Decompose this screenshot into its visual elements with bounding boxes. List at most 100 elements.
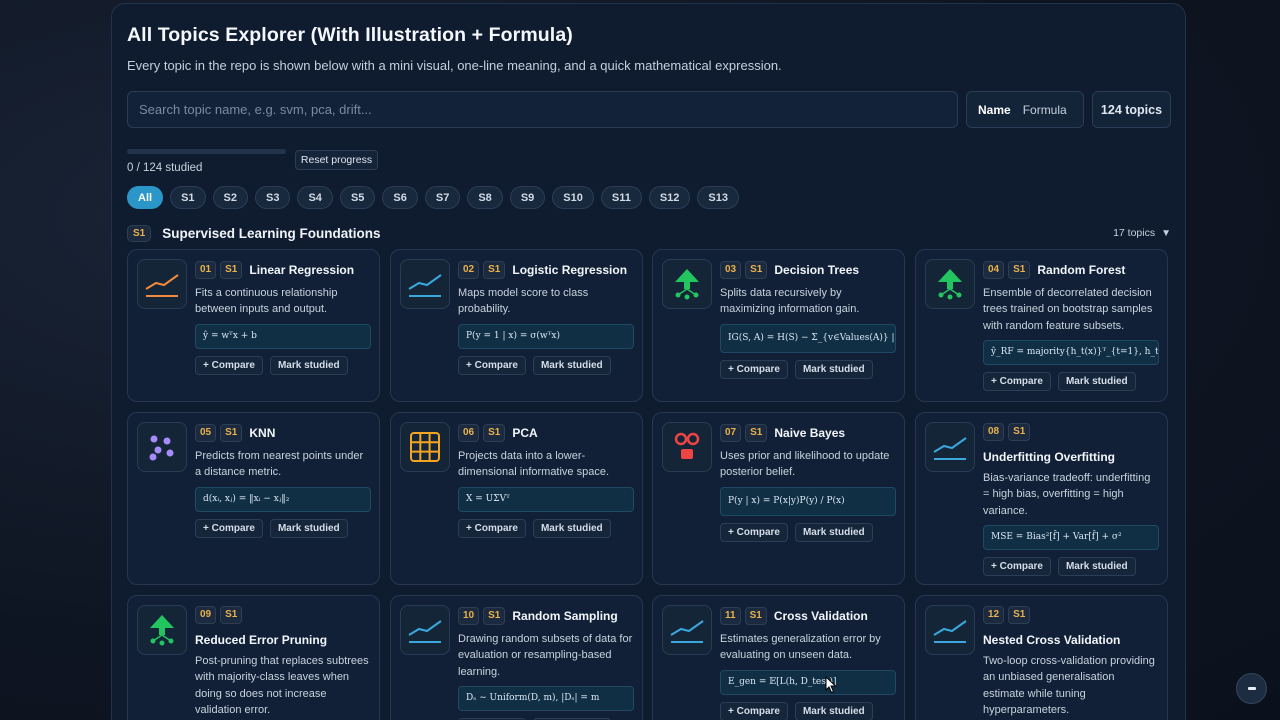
- filter-chip-s6[interactable]: S6: [382, 186, 418, 209]
- topic-number-badge: 03: [720, 260, 742, 279]
- topic-description: Drawing random subsets of data for evalu…: [458, 633, 633, 678]
- mark-studied-button[interactable]: Mark studied: [794, 359, 873, 379]
- topic-card-09: 09 S1 Reduced Error Pruning Post-pruning…: [127, 595, 380, 720]
- topic-formula: MSE = Bias²[f̂] + Var[f̂] + σ²: [983, 524, 1159, 550]
- topic-formula: X = UΣVᵀ: [458, 486, 634, 512]
- filter-chip-all[interactable]: All: [127, 186, 164, 209]
- filter-chip-s13[interactable]: S13: [697, 186, 739, 209]
- filter-chip-s3[interactable]: S3: [255, 186, 291, 209]
- topic-card-01: 01 S1 Linear Regression Fits a continuou…: [127, 249, 380, 402]
- topic-description: Splits data recursively by maximizing in…: [720, 287, 860, 316]
- line-chart-orange-icon: [137, 259, 187, 309]
- topic-description: Fits a continuous relationship between i…: [195, 287, 338, 316]
- filter-chip-s9[interactable]: S9: [509, 186, 546, 209]
- filter-chip-s5[interactable]: S5: [339, 186, 376, 209]
- line-chart-blue-icon: [400, 259, 450, 309]
- topic-title: Underfitting Overfitting: [983, 450, 1115, 464]
- topic-card-02: 02 S1 Logistic Regression Maps model sco…: [390, 249, 643, 402]
- minus-icon: [1247, 687, 1256, 690]
- topic-card-07: 07 S1 Naive Bayes Uses prior and likelih…: [652, 412, 905, 585]
- mark-studied-button[interactable]: Mark studied: [532, 355, 611, 375]
- topic-formula: P(y = 1 | x) = σ(wᵀx): [458, 323, 634, 349]
- section-topic-count: 17 topics: [1113, 227, 1156, 239]
- compare-button[interactable]: + Compare: [195, 518, 263, 538]
- filter-chip-s11[interactable]: S11: [600, 186, 642, 209]
- compare-button[interactable]: + Compare: [195, 355, 263, 375]
- topic-description: Projects data into a lower-dimensional i…: [458, 450, 610, 479]
- filter-chip-s7[interactable]: S7: [424, 186, 461, 209]
- reset-progress-button[interactable]: Reset progress: [295, 150, 378, 170]
- mark-studied-button[interactable]: Mark studied: [1057, 371, 1136, 391]
- line-chart-blue-icon: [925, 605, 975, 655]
- topic-stage-badge: S1: [1008, 606, 1031, 624]
- topic-title: PCA: [512, 425, 538, 440]
- filter-chip-s10[interactable]: S10: [552, 186, 594, 209]
- compare-button[interactable]: + Compare: [720, 359, 788, 379]
- topic-number-badge: 09: [195, 606, 217, 624]
- topic-number-badge: 02: [458, 260, 480, 279]
- line-chart-blue-icon: [662, 605, 712, 655]
- topic-number-badge: 07: [720, 423, 742, 442]
- topic-number-badge: 01: [195, 260, 217, 279]
- mark-studied-button[interactable]: Mark studied: [269, 518, 348, 538]
- topic-stage-badge: S1: [483, 260, 506, 279]
- mark-studied-button[interactable]: Mark studied: [269, 355, 348, 375]
- topic-stage-badge: S1: [1008, 260, 1031, 279]
- topic-formula: E_gen = 𝔼[L(h, D_test)]: [720, 669, 896, 695]
- stage-filter-chips: All S1 S2 S3 S4 S5 S6 S7 S8 S9 S10 S11 S…: [127, 186, 739, 209]
- tree-icon: [925, 259, 975, 309]
- compare-button[interactable]: + Compare: [458, 355, 526, 375]
- topic-formula: P(y | x) = P(x|y)P(y) / P(x): [720, 486, 896, 516]
- topic-card-06: 06 S1 PCA Projects data into a lower-dim…: [390, 412, 643, 585]
- topic-card-08: 08 S1 Underfitting Overfitting Bias-vari…: [915, 412, 1168, 585]
- compare-button[interactable]: + Compare: [458, 518, 526, 538]
- mark-studied-button[interactable]: Mark studied: [794, 701, 873, 720]
- bayes-icon: [662, 422, 712, 472]
- topic-card-05: 05 S1 KNN Predicts from nearest points u…: [127, 412, 380, 585]
- mark-studied-button[interactable]: Mark studied: [1057, 556, 1136, 576]
- topic-formula: ŷ_RF = majority{h_t(x)}ᵀ_{t=1}, h_t ← Bo…: [983, 339, 1159, 365]
- collapse-caret-icon[interactable]: ▼: [1161, 228, 1171, 239]
- topic-title: Random Forest: [1037, 262, 1126, 277]
- compare-button[interactable]: + Compare: [983, 371, 1051, 391]
- study-progress-bar: [127, 149, 286, 154]
- filter-chip-s1[interactable]: S1: [170, 186, 206, 209]
- section-header[interactable]: S1 Supervised Learning Foundations 17 to…: [127, 222, 1171, 244]
- search-input[interactable]: [127, 91, 958, 128]
- tree-icon: [662, 259, 712, 309]
- studied-count: 0 / 124 studied: [127, 162, 203, 174]
- line-chart-blue-icon: [400, 605, 450, 655]
- topic-description: Post-pruning that replaces subtrees with…: [195, 655, 369, 716]
- topic-title: KNN: [249, 425, 276, 440]
- topic-stage-badge: S1: [745, 423, 768, 442]
- filter-chip-s4[interactable]: S4: [297, 186, 333, 209]
- section-stage-badge: S1: [127, 224, 152, 242]
- topic-description: Ensemble of decorrelated decision trees …: [983, 287, 1153, 332]
- topic-formula: Dₛ ∼ Uniform(D, m), |Dₛ| = m: [458, 685, 634, 711]
- mark-studied-button[interactable]: Mark studied: [794, 522, 873, 542]
- toggle-name[interactable]: Name: [973, 98, 1016, 122]
- filter-chip-s12[interactable]: S12: [648, 186, 691, 209]
- topic-description: Two-loop cross-validation providing an u…: [983, 655, 1155, 716]
- topic-number-badge: 05: [195, 423, 217, 442]
- filter-chip-s2[interactable]: S2: [212, 186, 248, 209]
- section-title: Supervised Learning Foundations: [162, 225, 381, 241]
- compare-button[interactable]: + Compare: [720, 522, 788, 542]
- topic-stage-badge: S1: [744, 606, 767, 625]
- mark-studied-button[interactable]: Mark studied: [532, 518, 611, 538]
- topic-formula: IG(S, A) = H(S) − Σ_{v∈Values(A)} |S_v|/…: [720, 323, 896, 353]
- topic-title: Logistic Regression: [512, 262, 628, 277]
- toggle-formula[interactable]: Formula: [1018, 98, 1072, 122]
- topic-stage-badge: S1: [1008, 423, 1031, 441]
- filter-chip-s8[interactable]: S8: [467, 186, 503, 209]
- topic-card-11: 11 S1 Cross Validation Estimates general…: [652, 595, 905, 720]
- line-chart-blue-icon: [925, 422, 975, 472]
- topic-number-badge: 12: [983, 606, 1005, 624]
- floating-menu-button[interactable]: [1236, 673, 1267, 704]
- topic-card-03: 03 S1 Decision Trees Splits data recursi…: [652, 249, 905, 402]
- compare-button[interactable]: + Compare: [720, 701, 788, 720]
- topic-title: Reduced Error Pruning: [195, 633, 328, 647]
- topic-formula: ŷ = wᵀx + b: [195, 323, 371, 349]
- compare-button[interactable]: + Compare: [983, 556, 1051, 576]
- topic-title: Nested Cross Validation: [983, 633, 1121, 647]
